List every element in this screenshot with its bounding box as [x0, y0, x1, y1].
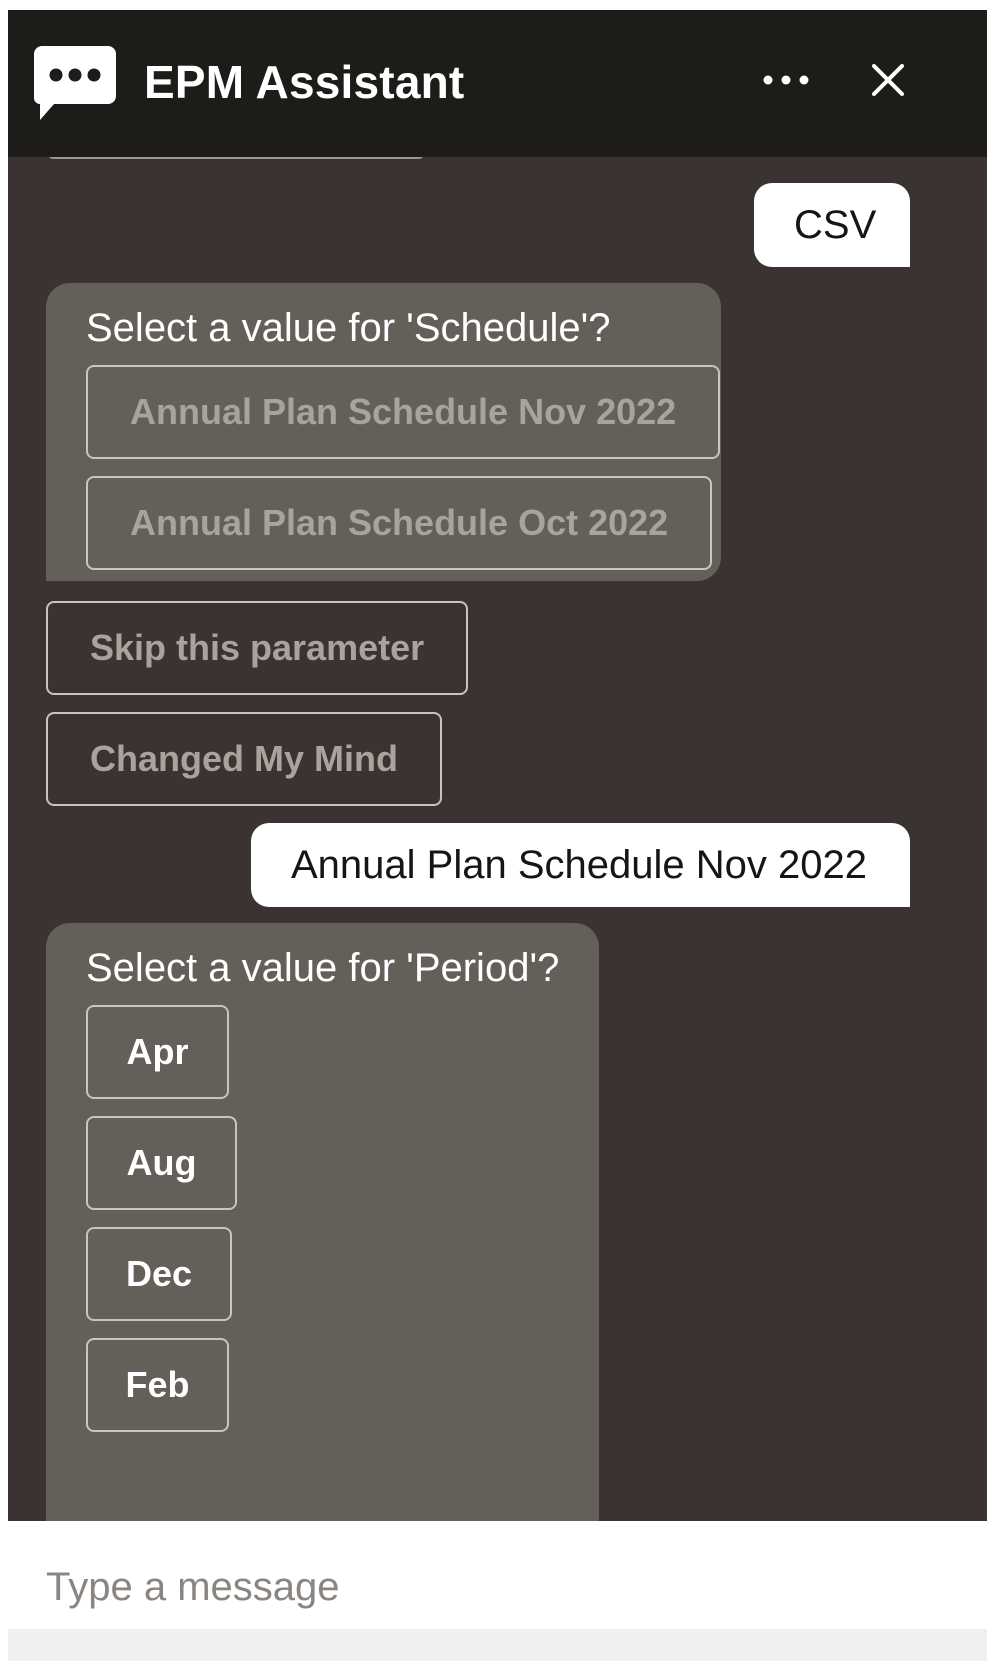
assistant-title: EPM Assistant — [144, 56, 465, 108]
option-button[interactable]: Annual Plan Schedule Nov 2022 — [86, 365, 721, 459]
period-option-button[interactable]: Aug — [86, 1116, 237, 1210]
message-composer — [8, 1521, 987, 1661]
user-message: Annual Plan Schedule Nov 2022 — [251, 823, 910, 907]
chat-header: EPM Assistant — [8, 10, 987, 157]
close-icon[interactable] — [866, 58, 910, 102]
changed-my-mind-button[interactable]: Changed My Mind — [46, 712, 442, 806]
option-button[interactable]: Annual Plan Schedule Oct 2022 — [86, 476, 713, 570]
composer-footer — [8, 1629, 987, 1661]
period-option-button[interactable]: Apr — [86, 1005, 229, 1099]
period-option-button[interactable]: Feb — [86, 1338, 229, 1432]
conversation-area[interactable]: CSV Select a value for 'Schedule'? Annua… — [8, 157, 987, 1521]
chat-bubble-icon — [34, 46, 116, 120]
user-message: CSV — [754, 183, 910, 267]
bot-message-period: Select a value for 'Period'? Apr Aug Dec… — [46, 923, 599, 1521]
bot-message-schedule: Select a value for 'Schedule'? Annual Pl… — [46, 283, 721, 581]
message-input[interactable] — [46, 1557, 946, 1617]
schedule-prompt: Select a value for 'Schedule'? — [86, 306, 611, 350]
period-option-button[interactable]: Dec — [86, 1227, 232, 1321]
more-options-icon[interactable] — [758, 60, 814, 100]
chat-widget: EPM Assistant CSV Select a value for 'Sc… — [8, 10, 987, 1661]
skip-parameter-button[interactable]: Skip this parameter — [46, 601, 469, 695]
previous-option-button[interactable] — [46, 157, 426, 159]
period-prompt: Select a value for 'Period'? — [86, 946, 560, 990]
